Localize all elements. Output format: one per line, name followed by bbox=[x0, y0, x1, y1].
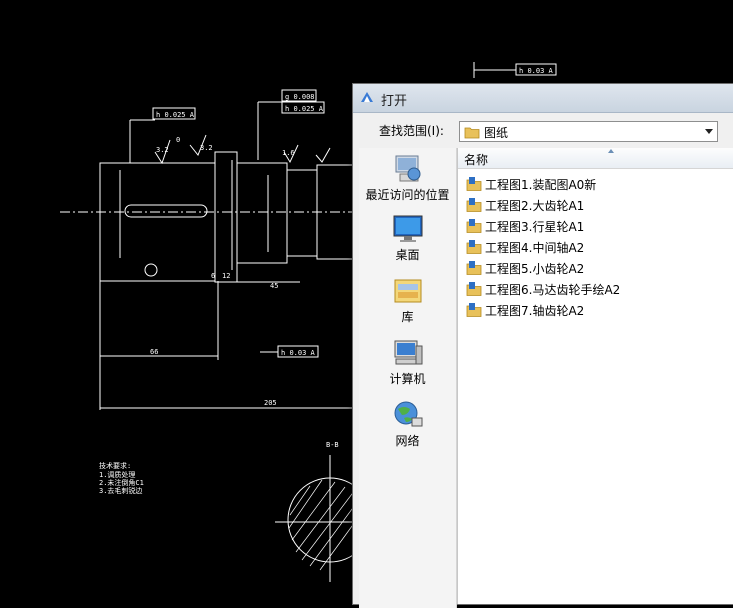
tol-frame-1: h 0.025 A bbox=[156, 111, 195, 119]
place-label-libraries: 库 bbox=[401, 310, 414, 324]
libraries-icon bbox=[394, 279, 421, 303]
file-name: 工程图7.轴齿轮A2 bbox=[485, 304, 585, 318]
dim-0: 0 bbox=[176, 136, 180, 144]
dim-205: 205 bbox=[264, 399, 277, 407]
tech-note-title: 技术要求: bbox=[99, 461, 131, 470]
dim-6: 6 bbox=[211, 272, 215, 280]
roughness-3-2-a: 3.2 bbox=[156, 146, 169, 154]
place-computer[interactable]: 计算机 bbox=[359, 338, 456, 387]
roughness-1-6: 1.6 bbox=[282, 149, 295, 157]
file-item[interactable]: 工程图5.小齿轮A2 bbox=[466, 258, 733, 278]
section-label: B-B bbox=[326, 441, 339, 449]
file-name: 工程图5.小齿轮A2 bbox=[485, 262, 585, 276]
tol-frame-2: g 0.008 bbox=[285, 93, 315, 101]
roughness-3-2-b: 3.2 bbox=[200, 144, 213, 152]
file-list[interactable]: 名称 工程图1.装配图A0新 工程图2.大齿轮A1 工程图3.行星轮A1 工程图… bbox=[457, 148, 733, 604]
file-name: 工程图4.中间轴A2 bbox=[485, 241, 585, 255]
dim-66: 66 bbox=[150, 348, 158, 356]
cad-file-icon bbox=[466, 198, 482, 212]
cad-file-icon bbox=[466, 240, 482, 254]
file-name: 工程图3.行星轮A1 bbox=[485, 220, 585, 234]
file-item[interactable]: 工程图3.行星轮A1 bbox=[466, 216, 733, 236]
file-item[interactable]: 工程图4.中间轴A2 bbox=[466, 237, 733, 257]
file-name: 工程图2.大齿轮A1 bbox=[485, 199, 585, 213]
column-header-name[interactable]: 名称 bbox=[458, 148, 733, 169]
app-logo-icon bbox=[361, 92, 373, 102]
file-name: 工程图1.装配图A0新 bbox=[485, 178, 597, 192]
chevron-down-icon[interactable] bbox=[705, 129, 713, 134]
cad-file-icon bbox=[466, 303, 482, 317]
cad-file-icon bbox=[466, 219, 482, 233]
tol-frame-5: h 0.03 A bbox=[281, 349, 316, 357]
network-icon bbox=[394, 401, 422, 427]
place-desktop[interactable]: 桌面 bbox=[359, 214, 456, 263]
recent-places-icon bbox=[395, 155, 420, 182]
cad-file-icon bbox=[466, 177, 482, 191]
tol-frame-3: h 0.025 A bbox=[285, 105, 324, 113]
cad-file-icon bbox=[466, 282, 482, 296]
look-in-dropdown[interactable]: 图纸 bbox=[459, 121, 718, 142]
desktop-icon bbox=[393, 215, 422, 242]
dialog-title: 打开 bbox=[381, 94, 408, 109]
tech-note-3: 3.去毛刺锐边 bbox=[99, 486, 142, 495]
tech-note-2: 2.未注倒角C1 bbox=[99, 478, 144, 487]
dim-12: 12 bbox=[222, 272, 230, 280]
column-header-label: 名称 bbox=[464, 153, 489, 167]
sort-ascending-icon bbox=[608, 149, 614, 153]
computer-icon bbox=[394, 340, 422, 365]
file-item[interactable]: 工程图7.轴齿轮A2 bbox=[466, 300, 733, 320]
cad-file-icon bbox=[466, 261, 482, 275]
file-item[interactable]: 工程图1.装配图A0新 bbox=[466, 174, 733, 194]
tech-note-1: 1.调质处理 bbox=[99, 470, 135, 479]
place-recent[interactable]: 最近访问的位置 bbox=[359, 152, 456, 203]
place-label-desktop: 桌面 bbox=[395, 248, 420, 262]
dialog-titlebar[interactable]: 打开 bbox=[353, 84, 733, 113]
folder-icon bbox=[464, 127, 480, 139]
look-in-value: 图纸 bbox=[484, 126, 509, 140]
file-name: 工程图6.马达齿轮手绘A2 bbox=[485, 283, 621, 297]
place-label-recent: 最近访问的位置 bbox=[365, 188, 450, 202]
open-file-dialog[interactable]: 打开 查找范围(I): 图纸 最近访问的位置 桌面 库 计算机 网络 名称 工程… bbox=[352, 83, 733, 608]
place-network[interactable]: 网络 bbox=[359, 400, 456, 449]
tol-frame-4: h 0.03 A bbox=[519, 67, 554, 75]
place-libraries[interactable]: 库 bbox=[359, 276, 456, 325]
place-label-computer: 计算机 bbox=[389, 372, 426, 386]
places-bar: 最近访问的位置 桌面 库 计算机 网络 bbox=[359, 148, 457, 608]
file-item[interactable]: 工程图2.大齿轮A1 bbox=[466, 195, 733, 215]
dim-45: 45 bbox=[270, 282, 278, 290]
place-label-network: 网络 bbox=[395, 434, 420, 448]
look-in-label: 查找范围(I): bbox=[379, 124, 444, 138]
file-item[interactable]: 工程图6.马达齿轮手绘A2 bbox=[466, 279, 733, 299]
